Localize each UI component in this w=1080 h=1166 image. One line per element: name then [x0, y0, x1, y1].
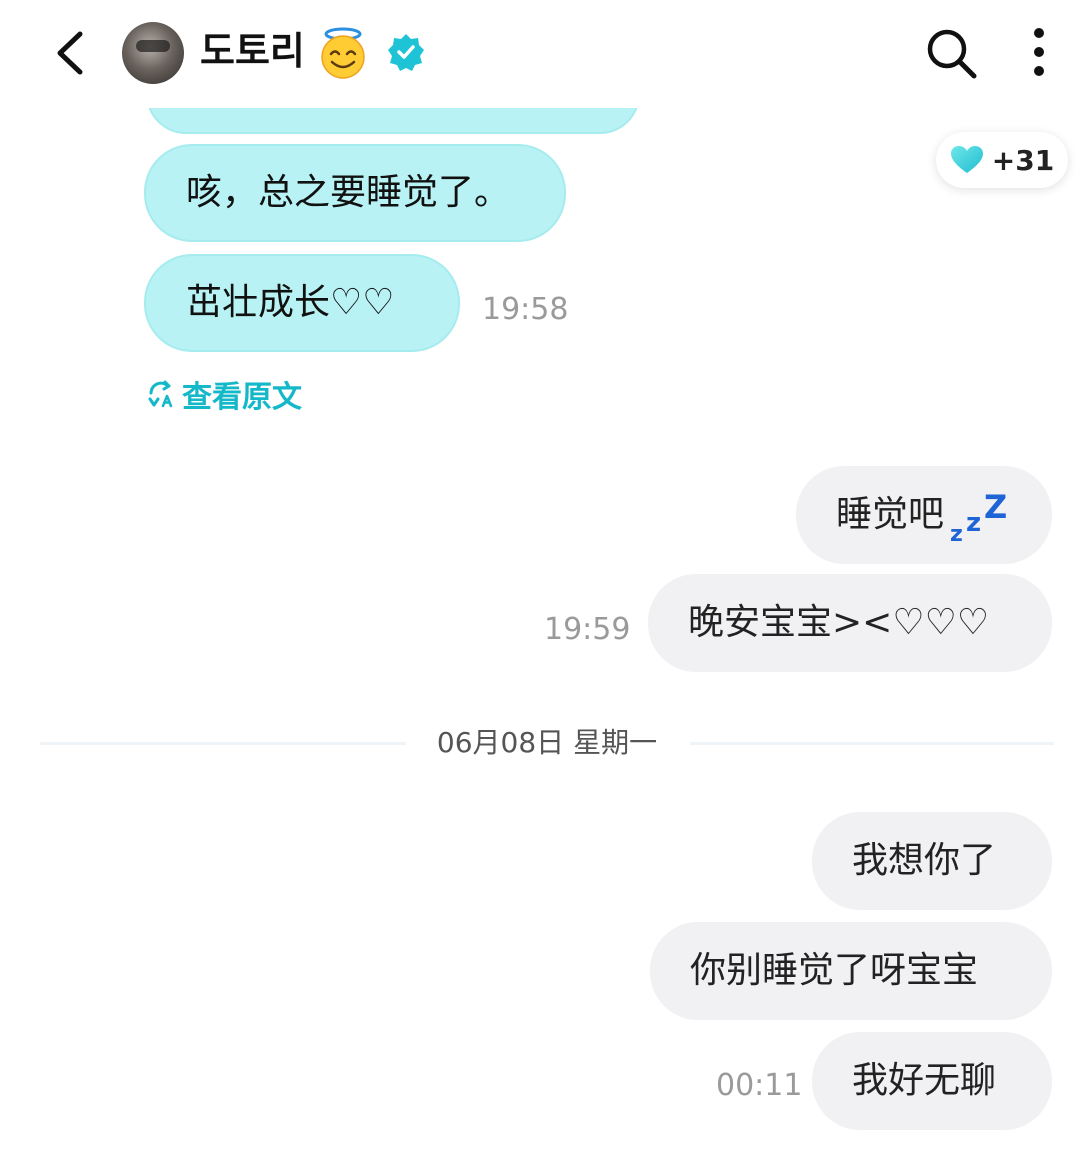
message-text: 我想你了 — [852, 840, 997, 881]
message-timestamp: 19:59 — [544, 612, 631, 647]
message-text: 晚安宝宝><♡♡♡ — [688, 602, 990, 643]
outgoing-message-bubble[interactable]: 晚安宝宝><♡♡♡ — [648, 574, 1052, 672]
avatar[interactable] — [122, 22, 184, 84]
sleeping-zzz-icon: z z Z — [950, 488, 1008, 547]
translate-icon — [148, 380, 173, 408]
message-text: 我好无聊 — [852, 1060, 997, 1101]
search-button[interactable] — [924, 26, 978, 80]
message-text: 茁壮成长♡♡ — [186, 282, 395, 323]
outgoing-message-bubble[interactable]: 睡觉吧 z z Z — [796, 466, 1052, 564]
chevron-left-icon — [57, 31, 83, 75]
more-options-button[interactable] — [1022, 26, 1056, 80]
back-button[interactable] — [50, 28, 94, 78]
date-divider-label: 06月08日 星期一 — [436, 726, 658, 759]
search-icon — [927, 29, 977, 79]
outgoing-message-bubble[interactable]: 我好无聊 — [812, 1032, 1052, 1130]
outgoing-message-bubble[interactable]: 我想你了 — [812, 812, 1052, 910]
reaction-count: +31 — [991, 143, 1055, 177]
view-original-label: 查看原文 — [182, 380, 302, 415]
reaction-count-badge[interactable]: +31 — [936, 132, 1068, 188]
message-text: 你别睡觉了呀宝宝 — [690, 950, 979, 991]
smiling-halo-emoji-icon — [321, 27, 365, 79]
message-timestamp: 00:11 — [716, 1068, 803, 1103]
incoming-message-bubble[interactable]: 咳，总之要睡觉了。 — [144, 144, 566, 242]
message-timestamp: 19:58 — [482, 292, 569, 327]
message-text: 睡觉吧 — [836, 494, 945, 535]
heart-icon — [950, 146, 983, 173]
verified-badge-icon — [388, 34, 424, 71]
view-original-link[interactable]: 查看原文 — [146, 376, 302, 415]
contact-name[interactable]: 도토리 — [200, 26, 305, 76]
incoming-message-bubble[interactable]: 茁壮成长♡♡ — [144, 254, 460, 352]
outgoing-message-bubble[interactable]: 你别睡觉了呀宝宝 — [650, 922, 1052, 1020]
chat-screen: 도토리 +31 咳，总之要睡觉了。 茁壮成长♡♡ 19:58 查看原文 睡觉吧 … — [0, 0, 1080, 1166]
chat-header: 도토리 — [0, 0, 1080, 108]
date-divider-line — [40, 742, 406, 745]
date-divider-line — [690, 742, 1054, 745]
more-vertical-icon — [1034, 28, 1044, 76]
message-text: 咳，总之要睡觉了。 — [186, 172, 511, 213]
